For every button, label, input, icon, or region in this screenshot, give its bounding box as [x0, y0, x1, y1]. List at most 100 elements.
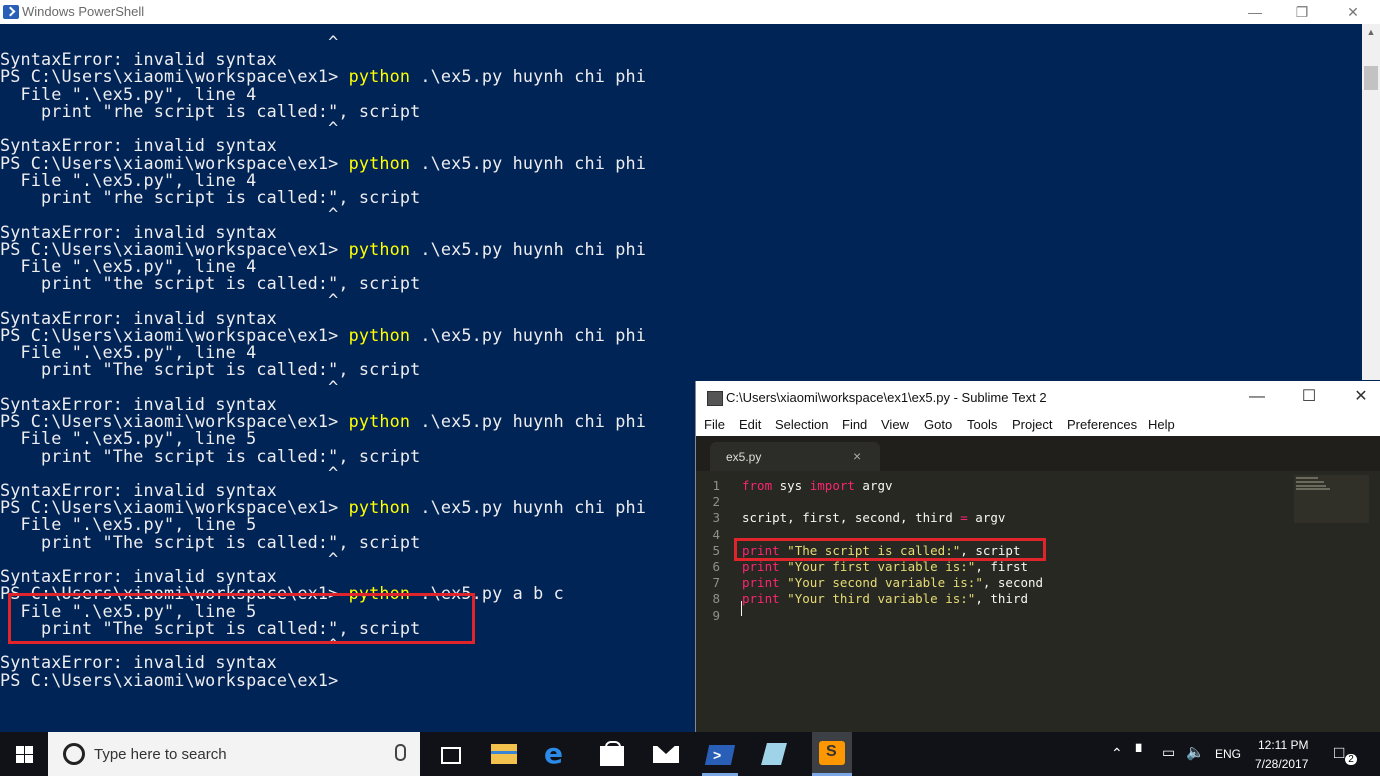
- menu-tools[interactable]: Tools: [967, 417, 997, 432]
- line-number: 6: [712, 559, 720, 574]
- menu-goto[interactable]: Goto: [924, 417, 952, 432]
- powershell-taskbar-icon[interactable]: >: [704, 738, 736, 770]
- code-token: , third: [975, 591, 1029, 607]
- console-arguments: .\ex5.py huynh chi phi: [410, 411, 646, 432]
- console-command: python: [348, 497, 411, 518]
- console-command: python: [348, 411, 411, 432]
- code-token: sys: [772, 478, 810, 493]
- minimap[interactable]: [1294, 475, 1369, 523]
- sublime-close-button[interactable]: ✕: [1338, 385, 1380, 409]
- scroll-up-icon[interactable]: ▲: [1362, 24, 1380, 41]
- close-button[interactable]: ✕: [1330, 2, 1376, 22]
- menu-find[interactable]: Find: [842, 417, 867, 432]
- sublime-app-icon: [707, 391, 723, 406]
- tab-close-icon[interactable]: ×: [853, 448, 861, 464]
- sublime-menubar: File Edit Selection Find View Goto Tools…: [696, 414, 1380, 436]
- console-arguments: .\ex5.py huynh chi phi: [410, 497, 646, 518]
- code-token: print: [742, 559, 780, 574]
- tab-label: ex5.py: [726, 450, 762, 464]
- search-placeholder: Type here to search: [94, 746, 227, 763]
- code-line: print "Your second variable is:", second: [742, 575, 1043, 591]
- console-highlight-box: [8, 593, 475, 644]
- file-explorer-icon[interactable]: [488, 738, 520, 770]
- code-token: "Your first variable is:": [787, 559, 976, 574]
- volume-icon[interactable]: 🔈: [1186, 743, 1205, 761]
- minimize-button[interactable]: —: [1232, 2, 1278, 22]
- chevron-up-icon[interactable]: ⌃: [1111, 745, 1123, 762]
- code-line: from sys import argv: [742, 478, 893, 494]
- text-cursor: [741, 601, 742, 616]
- console-command: python: [348, 66, 411, 87]
- start-button[interactable]: [0, 732, 48, 776]
- notification-badge: 2: [1345, 754, 1357, 765]
- line-number: 9: [712, 607, 720, 623]
- code-token: import: [809, 478, 855, 493]
- powershell-titlebar[interactable]: Windows PowerShell — ❐ ✕: [0, 0, 1380, 24]
- taskbar-search[interactable]: Type here to search: [48, 732, 420, 776]
- sublime-window-title: C:\Users\xiaomi\workspace\ex1\ex5.py - S…: [726, 390, 1047, 405]
- console-arguments: .\ex5.py huynh chi phi: [410, 152, 646, 173]
- language-indicator[interactable]: ENG: [1215, 747, 1241, 761]
- console-arguments: .\ex5.py huynh chi phi: [410, 324, 646, 345]
- editor-scrollbar[interactable]: [1369, 471, 1379, 732]
- code-token: , second: [982, 575, 1044, 591]
- code-highlight-box: [734, 538, 1046, 561]
- task-view-icon[interactable]: [434, 738, 466, 770]
- clock-time[interactable]: 12:11 PM: [1258, 738, 1308, 752]
- scrollbar-thumb[interactable]: [1364, 66, 1378, 90]
- line-number: 1: [712, 478, 720, 493]
- windows-logo-icon: [16, 746, 24, 754]
- line-number: 7: [712, 575, 720, 591]
- console-command: python: [348, 238, 411, 259]
- code-line: print "Your third variable is:", third: [742, 591, 1028, 607]
- code-token: print: [742, 575, 780, 591]
- sublime-maximize-button[interactable]: ☐: [1286, 385, 1332, 409]
- notepad-icon[interactable]: [758, 738, 790, 770]
- sublime-titlebar[interactable]: C:\Users\xiaomi\workspace\ex1\ex5.py - S…: [696, 381, 1380, 414]
- network-icon[interactable]: ▘: [1136, 744, 1147, 761]
- console-arguments: .\ex5.py huynh chi phi: [410, 66, 646, 87]
- menu-project[interactable]: Project: [1012, 417, 1052, 432]
- line-number: 3: [712, 510, 720, 526]
- sublime-taskbar-icon[interactable]: S: [812, 732, 852, 776]
- cortana-icon: [63, 743, 85, 765]
- code-token: =: [960, 510, 968, 526]
- code-token: argv: [967, 510, 1006, 526]
- clock-date[interactable]: 7/28/2017: [1255, 757, 1308, 771]
- menu-selection[interactable]: Selection: [775, 417, 828, 432]
- code-line: script, first, second, third = argv: [742, 510, 1005, 526]
- window-title: Windows PowerShell: [22, 4, 145, 19]
- code-token: "Your second variable is:": [787, 575, 983, 591]
- console-prompt: PS C:\Users\xiaomi\workspace\ex1>: [0, 669, 349, 690]
- microphone-icon[interactable]: [395, 744, 406, 761]
- code-token: print: [742, 591, 780, 607]
- menu-file[interactable]: File: [704, 417, 725, 432]
- menu-preferences[interactable]: Preferences: [1067, 417, 1137, 432]
- menu-view[interactable]: View: [881, 417, 909, 432]
- line-number: 4: [712, 526, 720, 542]
- tab-ex5[interactable]: ex5.py ×: [710, 442, 880, 471]
- system-tray: ⌃ ▘ ▭ 🔈 ENG 12:11 PM 7/28/2017 □ 2: [1100, 732, 1380, 776]
- console-command: python: [348, 324, 411, 345]
- code-line: print "Your first variable is:", first: [742, 559, 1028, 575]
- notification-icon[interactable]: □: [1334, 743, 1344, 763]
- console-scrollbar[interactable]: ▲: [1362, 24, 1380, 380]
- mail-icon[interactable]: [650, 738, 682, 770]
- code-token: "Your third variable is:": [787, 591, 976, 607]
- console-arguments: .\ex5.py huynh chi phi: [410, 238, 646, 259]
- edge-browser-icon[interactable]: e: [542, 738, 574, 770]
- line-number: 2: [712, 494, 720, 510]
- taskbar: Type here to search e > S ⌃ ▘ ▭ 🔈 ENG 12…: [0, 732, 1380, 776]
- sublime-minimize-button[interactable]: —: [1234, 385, 1280, 409]
- powershell-icon: [3, 5, 19, 19]
- sublime-tabbar: ex5.py ×: [696, 436, 1380, 471]
- code-token: from: [742, 478, 773, 493]
- maximize-button[interactable]: ❐: [1279, 2, 1325, 22]
- menu-help[interactable]: Help: [1148, 417, 1175, 432]
- code-token: argv: [854, 478, 893, 493]
- console-command: python: [348, 152, 411, 173]
- menu-edit[interactable]: Edit: [739, 417, 761, 432]
- store-icon[interactable]: [596, 738, 628, 770]
- battery-icon[interactable]: ▭: [1162, 744, 1175, 761]
- code-editor[interactable]: 123456789 from sys import argv script, fi…: [696, 471, 1380, 732]
